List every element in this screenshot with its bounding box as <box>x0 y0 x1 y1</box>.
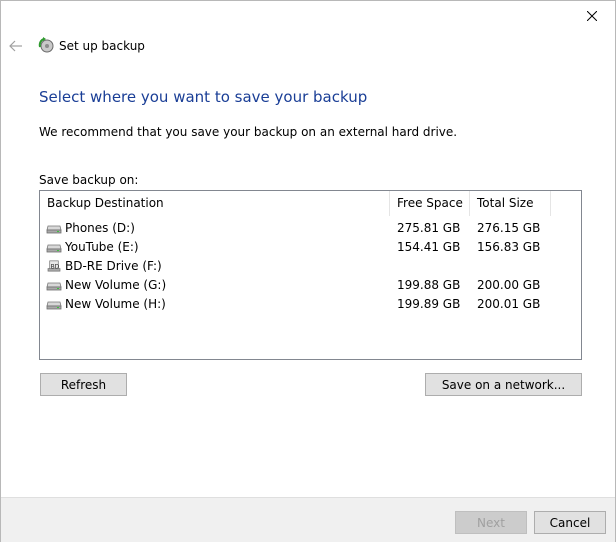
list-header: Backup Destination Free Space Total Size <box>40 191 581 216</box>
destination-cell: YouTube (E:) <box>40 240 390 254</box>
recommendation-text: We recommend that you save your backup o… <box>39 125 458 139</box>
total-size-cell: 276.15 GB <box>477 220 541 235</box>
destination-name: Phones (D:) <box>65 220 135 235</box>
destination-cell: Phones (D:) <box>40 221 390 235</box>
window-title: Set up backup <box>59 39 145 53</box>
column-header-destination[interactable]: Backup Destination <box>40 191 390 216</box>
backup-destination-list[interactable]: Backup Destination Free Space Total Size… <box>39 190 582 360</box>
list-rows: Phones (D:) 275.81 GB 276.15 GB YouTube … <box>40 218 581 313</box>
footer-bar: Next Cancel <box>1 497 615 542</box>
refresh-button[interactable]: Refresh <box>40 373 127 396</box>
destination-cell: BD BD-RE Drive (F:) <box>40 259 390 273</box>
hard-drive-icon <box>46 301 62 309</box>
save-backup-on-label: Save backup on: <box>39 173 139 187</box>
free-space-cell: 199.88 GB <box>397 277 461 292</box>
list-item[interactable]: YouTube (E:) 154.41 GB 156.83 GB <box>40 237 581 256</box>
destination-cell: New Volume (G:) <box>40 278 390 292</box>
back-arrow-icon <box>9 40 22 52</box>
cancel-button[interactable]: Cancel <box>534 511 606 534</box>
total-size-cell: 200.01 GB <box>477 296 541 311</box>
destination-name: YouTube (E:) <box>65 239 139 254</box>
destination-name: BD-RE Drive (F:) <box>65 258 162 273</box>
hard-drive-icon <box>46 244 62 252</box>
list-item[interactable]: Phones (D:) 275.81 GB 276.15 GB <box>40 218 581 237</box>
back-button[interactable] <box>7 37 25 55</box>
total-size-cell: 200.00 GB <box>477 277 541 292</box>
setup-backup-window: Set up backup Select where you want to s… <box>0 0 616 542</box>
page-heading: Select where you want to save your backu… <box>39 88 368 106</box>
free-space-cell: 154.41 GB <box>397 239 461 254</box>
destination-name: New Volume (G:) <box>65 277 167 292</box>
header-bar: Set up backup <box>1 31 615 61</box>
list-item[interactable]: New Volume (H:) 199.89 GB 200.01 GB <box>40 294 581 313</box>
list-item[interactable]: New Volume (G:) 199.88 GB 200.00 GB <box>40 275 581 294</box>
free-space-cell: 199.89 GB <box>397 296 461 311</box>
close-button[interactable] <box>569 1 615 31</box>
optical-drive-icon: BD <box>47 260 61 271</box>
next-button[interactable]: Next <box>455 511 527 534</box>
backup-app-icon <box>38 37 54 53</box>
list-item[interactable]: BD BD-RE Drive (F:) <box>40 256 581 275</box>
destination-name: New Volume (H:) <box>65 296 166 311</box>
column-header-total-size[interactable]: Total Size <box>470 191 551 216</box>
total-size-cell: 156.83 GB <box>477 239 541 254</box>
close-icon <box>587 11 597 21</box>
hard-drive-icon <box>46 225 62 233</box>
column-header-free-space[interactable]: Free Space <box>390 191 470 216</box>
free-space-cell: 275.81 GB <box>397 220 461 235</box>
hard-drive-icon <box>46 282 62 290</box>
destination-cell: New Volume (H:) <box>40 297 390 311</box>
save-on-network-button[interactable]: Save on a network... <box>425 373 582 396</box>
